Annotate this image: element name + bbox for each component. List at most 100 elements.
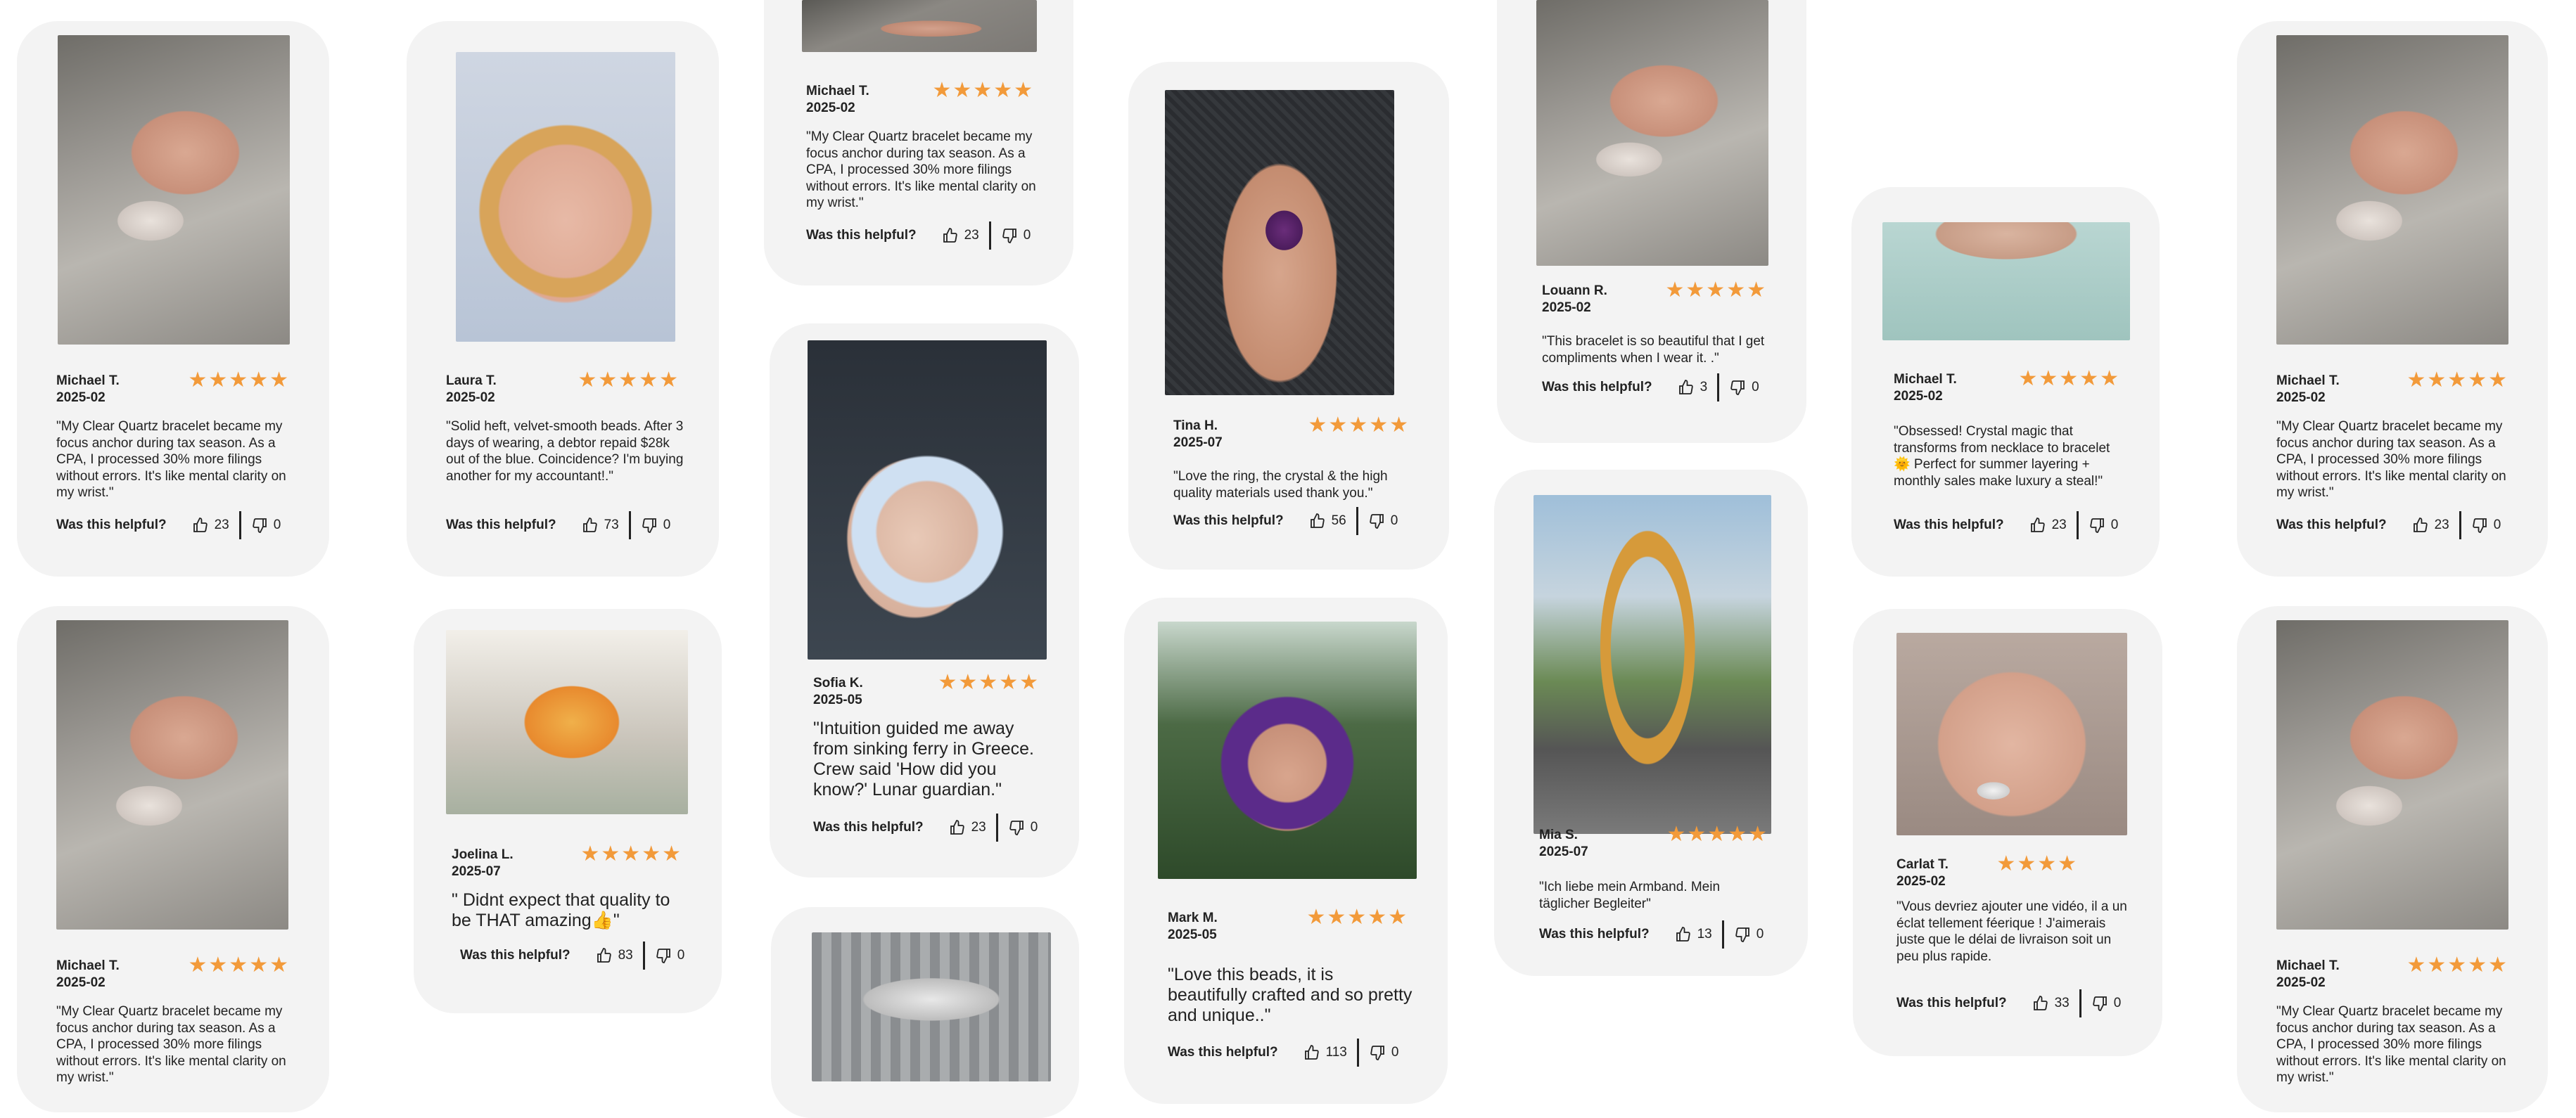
helpful-label: Was this helpful? (446, 518, 556, 532)
downvote-button[interactable]: 0 (641, 517, 670, 534)
downvote-button[interactable]: 0 (1729, 379, 1759, 396)
helpful-bar: Was this helpful? 33 0 (1896, 989, 2134, 1017)
review-meta: Michael T. 2025-02 ★★★★★ (2276, 953, 2508, 991)
downvote-count: 0 (2493, 518, 2501, 532)
downvote-count: 0 (2110, 518, 2119, 532)
upvote-button[interactable]: 23 (192, 517, 229, 534)
review-photo[interactable] (808, 340, 1047, 660)
star-rating: ★★★★★ (1665, 278, 1767, 302)
downvote-button[interactable]: 0 (1008, 819, 1038, 836)
star-rating: ★★★★★ (932, 79, 1034, 102)
upvote-button[interactable]: 113 (1303, 1044, 1347, 1061)
thumbs-down-icon (1002, 229, 1016, 243)
downvote-count: 0 (2113, 996, 2122, 1010)
review-photo[interactable] (1158, 622, 1417, 879)
thumbs-up-icon (2033, 996, 2048, 1010)
star-rating: ★★★★★ (2406, 953, 2508, 977)
thumbs-down-icon (1369, 514, 1384, 529)
review-text: "Intuition guided me away from sinking f… (813, 719, 1034, 799)
upvote-count: 3 (1700, 380, 1708, 394)
review-meta: Sofia K. 2025-05 ★★★★★ (813, 671, 1040, 709)
upvote-button[interactable]: 23 (2412, 517, 2449, 534)
review-text: "My Clear Quartz bracelet became my focu… (806, 129, 1036, 210)
review-meta: Mia S. 2025-07 ★★★★★ (1539, 823, 1768, 861)
review-card: Tina H. 2025-07 ★★★★★ "Love the ring, th… (1128, 62, 1449, 570)
thumbs-down-icon (1735, 927, 1749, 942)
downvote-button[interactable]: 0 (251, 517, 281, 534)
upvote-button[interactable]: 83 (596, 947, 633, 964)
review-photo[interactable] (446, 630, 688, 814)
divider (1356, 507, 1358, 535)
downvote-button[interactable]: 0 (1369, 1044, 1399, 1061)
thumbs-down-icon (1009, 821, 1024, 835)
downvote-button[interactable]: 0 (1001, 227, 1031, 244)
review-card: Michael T. 2025-02 ★★★★★ "My Clear Quart… (17, 606, 329, 1112)
review-card: Carlat T. 2025-02 ★★★★ "Vous devriez ajo… (1853, 609, 2162, 1056)
upvote-button[interactable]: 23 (949, 819, 986, 836)
review-photo[interactable] (56, 620, 288, 930)
upvote-button[interactable]: 73 (582, 517, 619, 534)
upvote-button[interactable]: 23 (942, 227, 979, 244)
downvote-button[interactable]: 0 (2091, 995, 2122, 1012)
downvote-button[interactable]: 0 (2089, 517, 2119, 534)
review-meta: Michael T. 2025-02 ★★★★★ (56, 368, 290, 406)
review-meta: Carlat T. 2025-02 ★★★★ (1896, 852, 2123, 890)
star-rating: ★★★★★ (1308, 413, 1410, 437)
review-meta: Michael T. 2025-02 ★★★★★ (806, 79, 1034, 117)
review-meta: Michael T. 2025-02 ★★★★★ (56, 953, 290, 991)
star-rating: ★★★★ (1996, 852, 2078, 875)
downvote-button[interactable]: 0 (2471, 517, 2501, 534)
review-photo[interactable] (1882, 222, 2130, 340)
review-photo[interactable] (2276, 35, 2508, 345)
review-photo[interactable] (2276, 620, 2508, 930)
review-card: Sofia K. 2025-05 ★★★★★ "Intuition guided… (770, 323, 1079, 878)
helpful-bar: Was this helpful? 23 0 (2276, 511, 2520, 539)
review-meta: Laura T. 2025-02 ★★★★★ (446, 368, 680, 406)
thumbs-up-icon (597, 948, 611, 963)
upvote-button[interactable]: 3 (1678, 379, 1708, 396)
upvote-button[interactable]: 13 (1675, 926, 1712, 943)
divider (2079, 989, 2081, 1017)
review-card (771, 907, 1079, 1118)
thumbs-up-icon (1304, 1045, 1319, 1060)
review-photo[interactable] (58, 35, 290, 345)
review-photo[interactable] (1165, 90, 1394, 395)
helpful-label: Was this helpful? (56, 518, 167, 532)
upvote-button[interactable]: 23 (2029, 517, 2067, 534)
review-photo[interactable] (1536, 0, 1768, 266)
upvote-count: 73 (604, 518, 619, 532)
review-text: "This bracelet is so beautiful that I ge… (1542, 334, 1765, 366)
star-rating: ★★★★★ (1666, 823, 1768, 846)
helpful-bar: Was this helpful? 23 0 (813, 814, 1051, 842)
downvote-count: 0 (1391, 1045, 1399, 1060)
thumbs-down-icon (656, 949, 670, 963)
review-text: "My Clear Quartz bracelet became my focu… (2276, 419, 2506, 500)
thumbs-up-icon (1310, 513, 1325, 528)
downvote-button[interactable]: 0 (1734, 926, 1764, 943)
downvote-count: 0 (1390, 513, 1398, 528)
upvote-count: 23 (214, 518, 229, 532)
upvote-count: 56 (1331, 513, 1346, 528)
upvote-button[interactable]: 33 (2032, 995, 2070, 1012)
divider (1356, 1039, 1359, 1067)
downvote-button[interactable]: 0 (1368, 513, 1398, 529)
review-photo[interactable] (456, 52, 675, 342)
downvote-count: 0 (1752, 380, 1759, 394)
helpful-bar: Was this helpful? 113 0 (1168, 1039, 1420, 1067)
review-text: "Vous devriez ajouter une vidéo, il a un… (1896, 899, 2127, 964)
thumbs-down-icon (2092, 996, 2107, 1011)
thumbs-down-icon (1730, 380, 1745, 395)
upvote-button[interactable]: 56 (1309, 513, 1346, 529)
thumbs-up-icon (950, 820, 964, 835)
review-photo[interactable] (802, 0, 1037, 52)
downvote-button[interactable]: 0 (655, 947, 684, 964)
review-text: "My Clear Quartz bracelet became my focu… (56, 419, 286, 500)
review-photo[interactable] (812, 932, 1051, 1081)
review-text: "My Clear Quartz bracelet became my focu… (56, 1004, 286, 1085)
review-card: Joelina L. 2025-07 ★★★★★ " Didnt expect … (414, 609, 722, 1013)
review-photo[interactable] (1534, 495, 1771, 834)
star-rating: ★★★★★ (2406, 368, 2508, 392)
downvote-count: 0 (1756, 927, 1764, 942)
review-photo[interactable] (1896, 633, 2127, 835)
thumbs-down-icon (2089, 518, 2104, 533)
